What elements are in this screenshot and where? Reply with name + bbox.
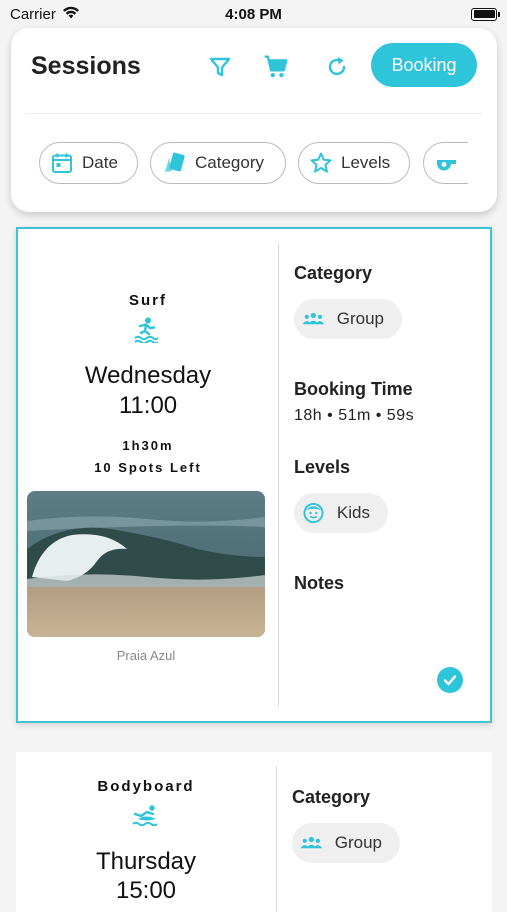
filter-chips: Date Category Levels <box>39 142 468 186</box>
clock: 4:08 PM <box>225 5 282 23</box>
category-value: Group <box>334 833 382 852</box>
bodyboard-icon <box>132 804 158 831</box>
levels-label: Levels <box>294 457 351 477</box>
session-duration: 1h30m <box>122 438 174 453</box>
calendar-icon <box>52 153 72 173</box>
child-face-icon <box>303 502 324 524</box>
session-time: 11:00 <box>118 392 178 419</box>
header-card: Sessions Booking Date Category Levels <box>11 28 497 212</box>
group-icon <box>300 836 323 849</box>
location-name: Praia Azul <box>116 648 176 663</box>
status-bar: Carrier 4:08 PM <box>0 0 507 28</box>
surfer-icon <box>134 317 159 348</box>
filter-chip-levels[interactable]: Levels <box>298 142 410 184</box>
cart-button[interactable] <box>261 52 291 82</box>
wifi-icon <box>62 6 80 23</box>
cart-icon <box>264 55 288 78</box>
refresh-button[interactable] <box>322 52 352 82</box>
category-value: Group <box>336 309 384 328</box>
session-card[interactable]: Bodyboard Thursday 15:00 Category Group <box>16 752 492 912</box>
sport-name: Surf <box>129 292 167 309</box>
star-icon <box>310 152 332 173</box>
category-label: Category <box>292 787 371 807</box>
filter-chip-label: Category <box>195 153 264 172</box>
sport-name: Bodyboard <box>97 778 195 795</box>
booking-time-countdown: 18h • 51m • 59s <box>294 407 415 424</box>
refresh-icon <box>328 57 346 76</box>
battery-icon <box>471 7 500 21</box>
filter-chip-label: Date <box>82 153 118 172</box>
notes-label: Notes <box>294 573 345 593</box>
filter-chip-label: Levels <box>341 153 391 172</box>
category-pill: Group <box>292 823 400 863</box>
category-pill: Group <box>294 299 402 339</box>
card-divider <box>278 243 279 707</box>
booking-time-label: Booking Time <box>294 379 413 399</box>
location-photo <box>27 491 265 637</box>
selected-check-icon[interactable] <box>437 667 463 693</box>
cards-icon <box>165 152 185 172</box>
session-day: Wednesday <box>84 362 212 389</box>
booking-button[interactable]: Booking <box>371 43 477 87</box>
page-title: Sessions <box>31 52 141 80</box>
carrier-label: Carrier <box>10 5 56 23</box>
spots-left: 10 Spots Left <box>94 460 202 475</box>
filter-chip-instructor[interactable] <box>423 142 468 184</box>
session-card[interactable]: Surf Wednesday 11:00 1h30m 10 Spots Left <box>16 227 492 723</box>
category-label: Category <box>294 263 373 283</box>
card-divider <box>276 766 277 912</box>
filter-chip-category[interactable]: Category <box>150 142 286 184</box>
group-icon <box>302 312 325 325</box>
whistle-icon <box>436 160 456 171</box>
session-time: 15:00 <box>115 877 177 904</box>
level-pill: Kids <box>294 493 388 533</box>
filter-chip-date[interactable]: Date <box>39 142 138 184</box>
session-day: Thursday <box>95 848 197 875</box>
filter-button[interactable] <box>205 52 235 82</box>
filter-icon <box>209 57 231 77</box>
level-value: Kids <box>336 503 370 522</box>
